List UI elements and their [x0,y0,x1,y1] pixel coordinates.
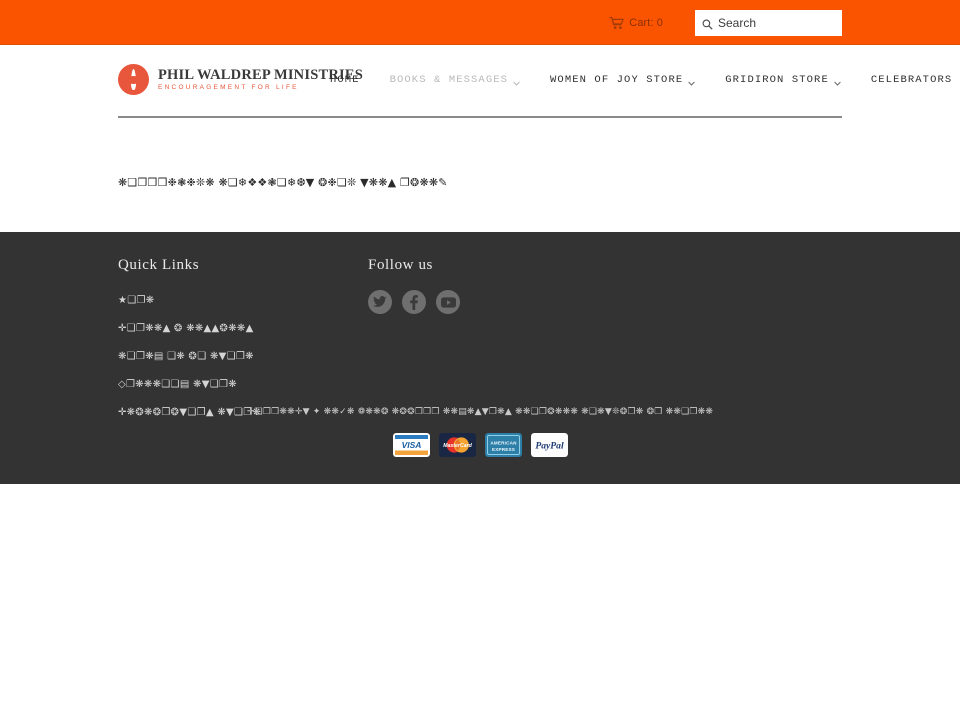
quick-links-list: ★❑❐❋ ✛❑❐❋❋▲ ❂ ❋❋▲▲❂❋❋▲ ❋❑❐❋▤ ❑❋ ❂❑ ❋▼❑❐❋… [118,290,368,420]
quick-link[interactable]: ❋❑❐❋▤ ❑❋ ❂❑ ❋▼❑❐❋ [118,351,254,363]
youtube-link[interactable] [436,290,460,314]
nav-item-home[interactable]: HOME [330,74,360,86]
site-logo[interactable]: PHIL WALDREP MINISTRIES ENCOURAGEMENT FO… [118,64,363,95]
list-item: ✛❑❐❋❋▲ ❂ ❋❋▲▲❂❋❋▲ [118,318,368,336]
chevron-down-icon [513,78,520,86]
cart-link[interactable]: Cart: 0 [609,16,663,30]
site-header: PHIL WALDREP MINISTRIES ENCOURAGEMENT FO… [0,45,960,115]
svg-text:AMERICAN: AMERICAN [490,440,517,445]
paypal-icon: PayPal [530,433,568,457]
chevron-down-icon [834,78,841,86]
search-input[interactable] [718,14,836,31]
list-item: ◇❐❋❋❋❑❑▤ ❋▼❑❐❋ [118,374,368,392]
quick-links-heading: Quick Links [118,257,200,273]
payment-methods: VISA MasterCard AMERICAN EXPRESS PayPal [0,433,960,457]
search-box[interactable] [695,9,842,36]
svg-text:EXPRESS: EXPRESS [491,447,514,452]
shopping-cart-icon [609,16,625,30]
main-content: ❋❑❐❒❒❉❃❉❊❋ ❋❑❄❖❖❃❏❄❆▼ ❂❉❏❊ ▼❋❋▲ ❐❂❋❋✎ [0,118,960,232]
visa-icon: VISA [392,433,430,457]
footer-column-follow-us: Follow us [368,256,668,430]
mastercard-icon: MasterCard [438,433,476,457]
chevron-down-icon [688,78,696,86]
nav-item-label: HOME [330,74,360,86]
copyright-text: ✛❑❐❐❋❋✛▼ ✦ ❋❋✓❋ ❁❋❋❂ ❋❂❂❐❐❐ ❋❋▤❋▲▼❐❋▲ ❋❋… [246,407,714,417]
youtube-icon [440,296,456,308]
quick-link[interactable]: ✛❑❐❋❋▲ ❂ ❋❋▲▲❂❋❋▲ [118,323,254,335]
nav-item-celebrators-store[interactable]: CELEBRATORS STORE [871,74,960,86]
twitter-link[interactable] [368,290,392,314]
amex-icon: AMERICAN EXPRESS [484,433,522,457]
nav-item-women-of-joy-store[interactable]: WOMEN OF JOY STORE [550,74,696,86]
main-body-text: ❋❑❐❒❒❉❃❉❊❋ ❋❑❄❖❖❃❏❄❆▼ ❂❉❏❊ ▼❋❋▲ ❐❂❋❋✎ [118,176,448,189]
top-utility-bar: Cart: 0 [0,0,960,45]
social-links [368,290,668,314]
list-item: ★❑❐❋ [118,290,368,308]
nav-item-label: WOMEN OF JOY STORE [550,74,684,86]
top-bar-inner: Cart: 0 [609,0,842,45]
search-icon [702,17,713,30]
nav-item-gridiron-store[interactable]: GRIDIRON STORE [725,74,841,86]
twitter-icon [373,296,387,308]
facebook-link[interactable] [402,290,426,314]
nav-item-label: CELEBRATORS STORE [870,74,960,86]
list-item: ❋❑❐❋▤ ❑❋ ❂❑ ❋▼❑❐❋ [118,346,368,364]
nav-item-books-messages[interactable]: BOOKS & MESSAGES [390,74,520,86]
cart-label: Cart: 0 [629,16,663,29]
svg-text:VISA: VISA [401,440,421,450]
footer-columns: Quick Links ★❑❐❋ ✛❑❐❋❋▲ ❂ ❋❋▲▲❂❋❋▲ ❋❑❐❋▤… [118,256,668,430]
footer-column-quick-links: Quick Links ★❑❐❋ ✛❑❐❋❋▲ ❂ ❋❋▲▲❂❋❋▲ ❋❑❐❋▤… [118,256,368,430]
facebook-icon [410,294,418,310]
flame-logo-icon [118,64,149,95]
svg-text:MasterCard: MasterCard [443,443,472,449]
follow-us-heading: Follow us [368,257,433,273]
main-navigation: HOME BOOKS & MESSAGES WOMEN OF JOY STORE… [330,45,960,115]
quick-link[interactable]: ★❑❐❋ [118,295,154,307]
nav-item-label: GRIDIRON STORE [725,74,829,86]
quick-link[interactable]: ◇❐❋❋❋❑❑▤ ❋▼❑❐❋ [118,379,237,391]
svg-text:PayPal: PayPal [535,441,564,452]
nav-item-label: BOOKS & MESSAGES [389,74,509,86]
site-footer: Quick Links ★❑❐❋ ✛❑❐❋❋▲ ❂ ❋❋▲▲❂❋❋▲ ❋❑❐❋▤… [0,232,960,484]
